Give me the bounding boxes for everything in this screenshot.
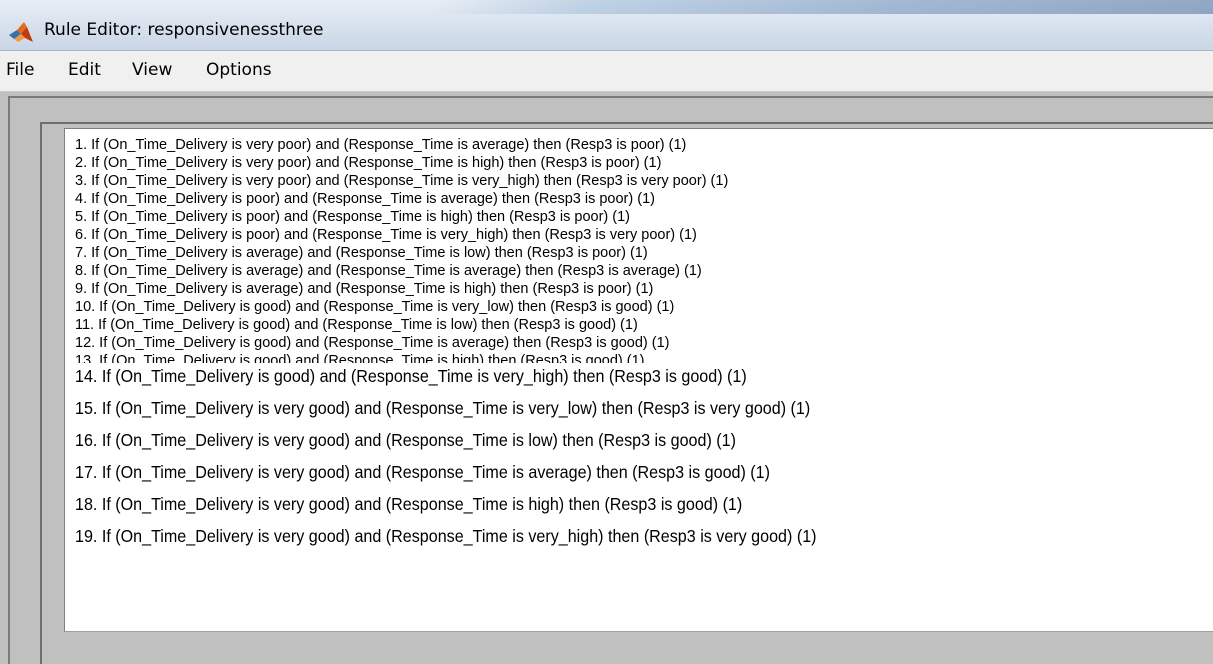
menu-options[interactable]: Options — [206, 60, 272, 80]
matlab-logo-icon — [9, 22, 33, 42]
rules-listbox[interactable]: 1. If (On_Time_Delivery is very poor) an… — [64, 128, 1213, 632]
window-title: Rule Editor: responsivenessthree — [44, 20, 324, 40]
rule-item[interactable]: 3. If (On_Time_Delivery is very poor) an… — [75, 173, 728, 189]
rule-item[interactable]: 15. If (On_Time_Delivery is very good) a… — [75, 398, 810, 418]
rule-item[interactable]: 8. If (On_Time_Delivery is average) and … — [75, 263, 702, 279]
title-bar-highlight — [430, 0, 1213, 14]
rule-item[interactable]: 6. If (On_Time_Delivery is poor) and (Re… — [75, 227, 697, 243]
rule-item[interactable]: 16. If (On_Time_Delivery is very good) a… — [75, 430, 736, 450]
title-bar[interactable]: Rule Editor: responsivenessthree — [0, 0, 1213, 51]
rule-item[interactable]: 18. If (On_Time_Delivery is very good) a… — [75, 494, 742, 514]
rule-item[interactable]: 19. If (On_Time_Delivery is very good) a… — [75, 526, 817, 546]
rule-item[interactable]: 12. If (On_Time_Delivery is good) and (R… — [75, 335, 670, 351]
rule-item[interactable]: 17. If (On_Time_Delivery is very good) a… — [75, 462, 770, 482]
rule-item[interactable]: 11. If (On_Time_Delivery is good) and (R… — [75, 317, 638, 333]
rule-item[interactable]: 7. If (On_Time_Delivery is average) and … — [75, 245, 648, 261]
menu-view[interactable]: View — [132, 60, 172, 80]
menu-edit[interactable]: Edit — [68, 60, 101, 80]
menu-bar: File Edit View Options — [0, 51, 1213, 92]
rule-item[interactable]: 4. If (On_Time_Delivery is poor) and (Re… — [75, 191, 655, 207]
menu-file[interactable]: File — [6, 60, 34, 80]
rule-item[interactable]: 14. If (On_Time_Delivery is good) and (R… — [75, 366, 747, 386]
rule-item[interactable]: 13. If (On_Time_Delivery is good) and (R… — [75, 353, 645, 363]
rule-editor-window: Rule Editor: responsivenessthree File Ed… — [0, 0, 1213, 664]
rule-item[interactable]: 5. If (On_Time_Delivery is poor) and (Re… — [75, 209, 630, 225]
rule-item[interactable]: 2. If (On_Time_Delivery is very poor) an… — [75, 155, 661, 171]
rule-item[interactable]: 1. If (On_Time_Delivery is very poor) an… — [75, 137, 686, 153]
rule-item[interactable]: 10. If (On_Time_Delivery is good) and (R… — [75, 299, 674, 315]
rule-item[interactable]: 9. If (On_Time_Delivery is average) and … — [75, 281, 653, 297]
